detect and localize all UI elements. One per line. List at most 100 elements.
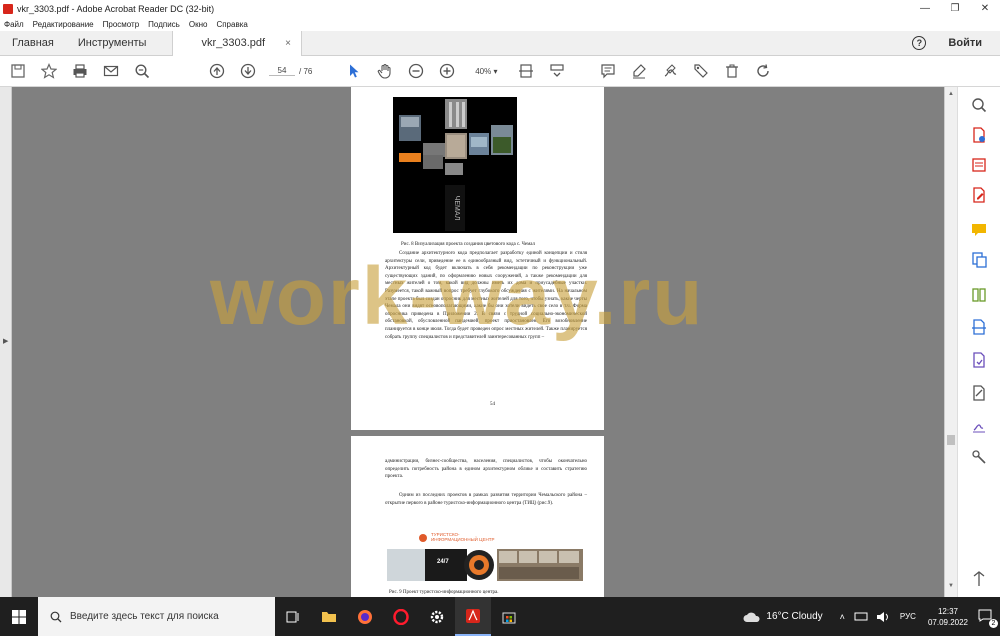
combine-files-icon[interactable] [971, 252, 987, 268]
create-pdf-icon[interactable] [971, 127, 987, 143]
clock[interactable]: 12:37 07.09.2022 [928, 606, 968, 628]
hand-tool-icon[interactable] [369, 56, 400, 87]
vertical-scrollbar[interactable]: ▲ ▼ [944, 87, 957, 597]
protect-icon[interactable] [971, 352, 987, 368]
page-55-paragraph-2: Одним из последних проектов в рамках раз… [385, 493, 587, 506]
fill-sign-icon[interactable] [971, 385, 987, 401]
figure-9-image: ТУРИСТСКО- ИНФОРМАЦИОННЫЙ ЦЕНТР 24/7 [387, 529, 583, 584]
comment-tool-icon[interactable] [971, 222, 987, 238]
settings-gear-icon[interactable] [419, 597, 455, 636]
start-button[interactable] [0, 597, 38, 636]
signin-button[interactable]: Войти [948, 37, 982, 49]
cloud-icon [743, 612, 760, 622]
tab-document-label: vkr_3303.pdf [201, 37, 266, 49]
email-icon[interactable] [95, 56, 126, 87]
pdf-page-54: ЧЕМАЛ Рис. 8 Визуализация проекта создан… [351, 87, 604, 430]
title-bar: vkr_3303.pdf - Adobe Acrobat Reader DC (… [0, 0, 1000, 17]
task-view-icon[interactable] [275, 597, 311, 636]
save-icon[interactable] [2, 56, 33, 87]
close-window-button[interactable]: ✕ [970, 0, 1000, 17]
tab-home[interactable]: Главная [0, 31, 66, 56]
zoom-in-icon[interactable] [431, 56, 462, 87]
window-title: vkr_3303.pdf - Adobe Acrobat Reader DC (… [17, 3, 215, 14]
menu-help[interactable]: Справка [216, 20, 247, 29]
stamp-icon[interactable] [685, 56, 716, 87]
zoom-level-dropdown[interactable]: 40% ▾ [466, 67, 506, 76]
rotate-icon[interactable] [747, 56, 778, 87]
page-54-number: 54 [490, 402, 495, 407]
taskbar-search-placeholder: Введите здесь текст для поиска [70, 611, 219, 622]
language-indicator[interactable]: РУС [900, 612, 916, 621]
left-navigation-panel[interactable]: ▶ [0, 87, 12, 597]
page-number-input[interactable]: 54 [269, 66, 295, 76]
more-tools-icon[interactable] [971, 449, 987, 465]
menu-edit[interactable]: Редактирование [33, 20, 94, 29]
minimize-button[interactable]: — [910, 0, 940, 17]
show-hidden-icons-icon[interactable]: ˄ [840, 612, 845, 622]
highlight-pen-icon[interactable] [623, 56, 654, 87]
tab-tools[interactable]: Инструменты [66, 31, 159, 56]
page-separator: / [299, 66, 302, 76]
page-navigator: 54 / 76 [269, 66, 312, 76]
next-page-icon[interactable] [232, 56, 263, 87]
acrobat-taskbar-icon[interactable] [455, 597, 491, 636]
edit-pdf-icon[interactable] [971, 187, 987, 203]
chevron-down-icon: ▾ [493, 66, 498, 76]
maximize-button[interactable]: ❐ [940, 0, 970, 17]
select-cursor-icon[interactable] [338, 56, 369, 87]
tab-document[interactable]: vkr_3303.pdf × [172, 30, 302, 56]
clock-date: 07.09.2022 [927, 617, 968, 627]
search-icon [50, 611, 62, 622]
draw-icon[interactable] [654, 56, 685, 87]
figure-8-collage: ЧЕМАЛ [399, 99, 513, 231]
menu-file[interactable]: Файл [4, 20, 24, 29]
menu-view[interactable]: Просмотр [103, 20, 140, 29]
weather-text: 16°C Cloudy [766, 611, 823, 622]
scroll-mode-icon[interactable] [541, 56, 572, 87]
page-total: 76 [303, 66, 313, 76]
scroll-down-icon[interactable]: ▼ [948, 583, 954, 589]
scrollbar-thumb[interactable] [947, 435, 955, 445]
network-icon[interactable] [854, 612, 868, 622]
comment-icon[interactable] [592, 56, 623, 87]
figure-8-vertical-label: ЧЕМАЛ [453, 196, 460, 221]
search-icon[interactable] [126, 56, 157, 87]
scan-ocr-icon[interactable] [971, 319, 987, 335]
send-for-signature-icon[interactable] [971, 417, 987, 433]
notification-count-badge: 2 [989, 618, 998, 628]
clock-time: 12:37 [937, 606, 958, 616]
page-fit-icon[interactable] [510, 56, 541, 87]
bookmark-star-icon[interactable] [33, 56, 64, 87]
firefox-icon[interactable] [347, 597, 383, 636]
opera-icon[interactable] [383, 597, 419, 636]
expand-panel-icon[interactable]: ▶ [3, 337, 8, 345]
menu-bar: Файл Редактирование Просмотр Подпись Окн… [0, 17, 1000, 31]
organize-pages-icon[interactable] [971, 287, 987, 303]
figure-9-caption: Рис. 9 Проект туристско-информационного … [389, 590, 499, 595]
figure-8-image: ЧЕМАЛ [393, 97, 517, 233]
figure-9-title-line-2: ИНФОРМАЦИОННЫЙ ЦЕНТР [431, 535, 494, 542]
export-pdf-icon[interactable] [971, 157, 987, 173]
figure-9-label: 24/7 [437, 559, 449, 565]
page-54-paragraph: Создание архитектурного кода предполагае… [385, 251, 587, 340]
volume-icon[interactable] [876, 611, 890, 623]
previous-page-icon[interactable] [201, 56, 232, 87]
print-icon[interactable] [64, 56, 95, 87]
tab-bar: Главная Инструменты vkr_3303.pdf × ? Вой… [0, 30, 1000, 56]
zoom-out-icon[interactable] [400, 56, 431, 87]
taskbar-search-box[interactable]: Введите здесь текст для поиска [38, 597, 275, 636]
menu-sign[interactable]: Подпись [148, 20, 180, 29]
help-icon[interactable]: ? [912, 36, 927, 50]
collapse-panel-icon[interactable] [971, 571, 987, 587]
menu-window[interactable]: Окно [189, 20, 208, 29]
zoom-level-value: 40% [475, 66, 492, 76]
page-55-paragraph-1: администрации, бизнес-сообщества, населе… [385, 459, 587, 480]
file-explorer-icon[interactable] [311, 597, 347, 636]
weather-widget[interactable]: 16°C Cloudy [743, 611, 823, 623]
scroll-up-icon[interactable]: ▲ [948, 91, 954, 97]
delete-icon[interactable] [716, 56, 747, 87]
close-tab-icon[interactable]: × [285, 38, 291, 49]
zoom-tool-icon[interactable] [971, 97, 987, 113]
store-app-icon[interactable] [491, 597, 527, 636]
notifications-icon[interactable]: 2 [978, 609, 998, 628]
